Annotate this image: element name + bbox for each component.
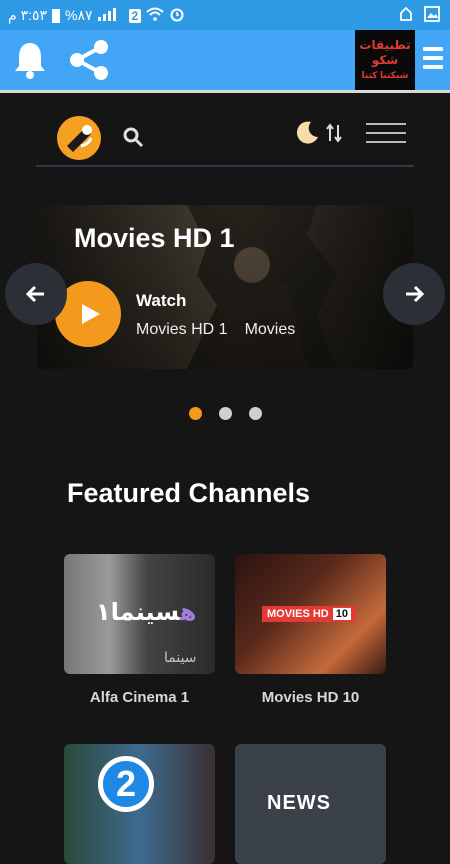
channel-logo: 2 xyxy=(98,756,154,812)
slider-next-button[interactable] xyxy=(383,263,445,325)
section-title: Featured Channels xyxy=(67,478,311,508)
hero-category[interactable]: Movies xyxy=(245,321,296,339)
play-icon xyxy=(82,304,100,324)
channel-logo: MOVIES HD 10 xyxy=(262,606,356,622)
share-icon[interactable] xyxy=(68,38,112,87)
app-logo: تطبيقات شكو شبكتنا كتنا xyxy=(355,30,415,90)
battery-level: %٨٧ xyxy=(65,7,93,23)
channel-logo: NEWS xyxy=(267,792,331,814)
header-underline xyxy=(36,165,414,167)
watch-label[interactable]: Watch xyxy=(136,291,186,311)
channel-label[interactable]: Alfa Cinema 1 xyxy=(64,689,215,706)
arrow-left-icon xyxy=(26,285,44,303)
gallery-icon xyxy=(424,6,440,25)
slider-dot-3[interactable] xyxy=(249,407,262,420)
channel-card-alfa-cinema-1[interactable]: هسينما١ سينما xyxy=(64,554,215,674)
status-bar: ٣:٥٣ م %٨٧ 2 xyxy=(0,0,450,30)
channel-card-4[interactable]: NEWS xyxy=(235,744,386,864)
hero-slider[interactable]: Movies HD 1 Watch Movies HD 1 Movies xyxy=(37,205,413,369)
channel-logo: هسينما١ xyxy=(96,599,197,626)
wifi-icon xyxy=(146,7,164,24)
battery-icon xyxy=(52,8,61,23)
search-icon[interactable] xyxy=(122,126,144,153)
signal-icon xyxy=(97,7,124,24)
hero-meta: Movies HD 1 Movies xyxy=(136,321,295,339)
slider-dot-2[interactable] xyxy=(219,407,232,420)
app-bar: تطبيقات شكو شبكتنا كتنا xyxy=(0,30,450,90)
hero-title: Movies HD 1 xyxy=(74,223,235,253)
alarm-icon xyxy=(169,6,185,25)
sim-badge: 2 xyxy=(128,8,142,23)
slider-dots xyxy=(189,407,262,420)
site-logo-icon[interactable] xyxy=(57,116,101,160)
channel-card-movies-hd-10[interactable]: MOVIES HD 10 xyxy=(235,554,386,674)
status-time: ٣:٥٣ م xyxy=(8,7,48,23)
notification-icon xyxy=(398,6,414,25)
slider-prev-button[interactable] xyxy=(5,263,67,325)
bell-icon[interactable] xyxy=(12,40,48,85)
hero-channel[interactable]: Movies HD 1 xyxy=(136,321,228,339)
channel-label[interactable]: Movies HD 10 xyxy=(235,689,386,706)
menu-icon[interactable] xyxy=(423,47,443,74)
arrow-right-icon xyxy=(406,285,424,303)
sort-icon[interactable] xyxy=(326,123,342,148)
channel-logo-secondary: سينما xyxy=(164,649,197,665)
slider-dot-1[interactable] xyxy=(189,407,202,420)
site-header xyxy=(0,93,450,173)
channel-card-3[interactable]: 2 xyxy=(64,744,215,864)
nav-menu-icon[interactable] xyxy=(366,123,406,150)
moon-icon[interactable] xyxy=(295,119,321,150)
